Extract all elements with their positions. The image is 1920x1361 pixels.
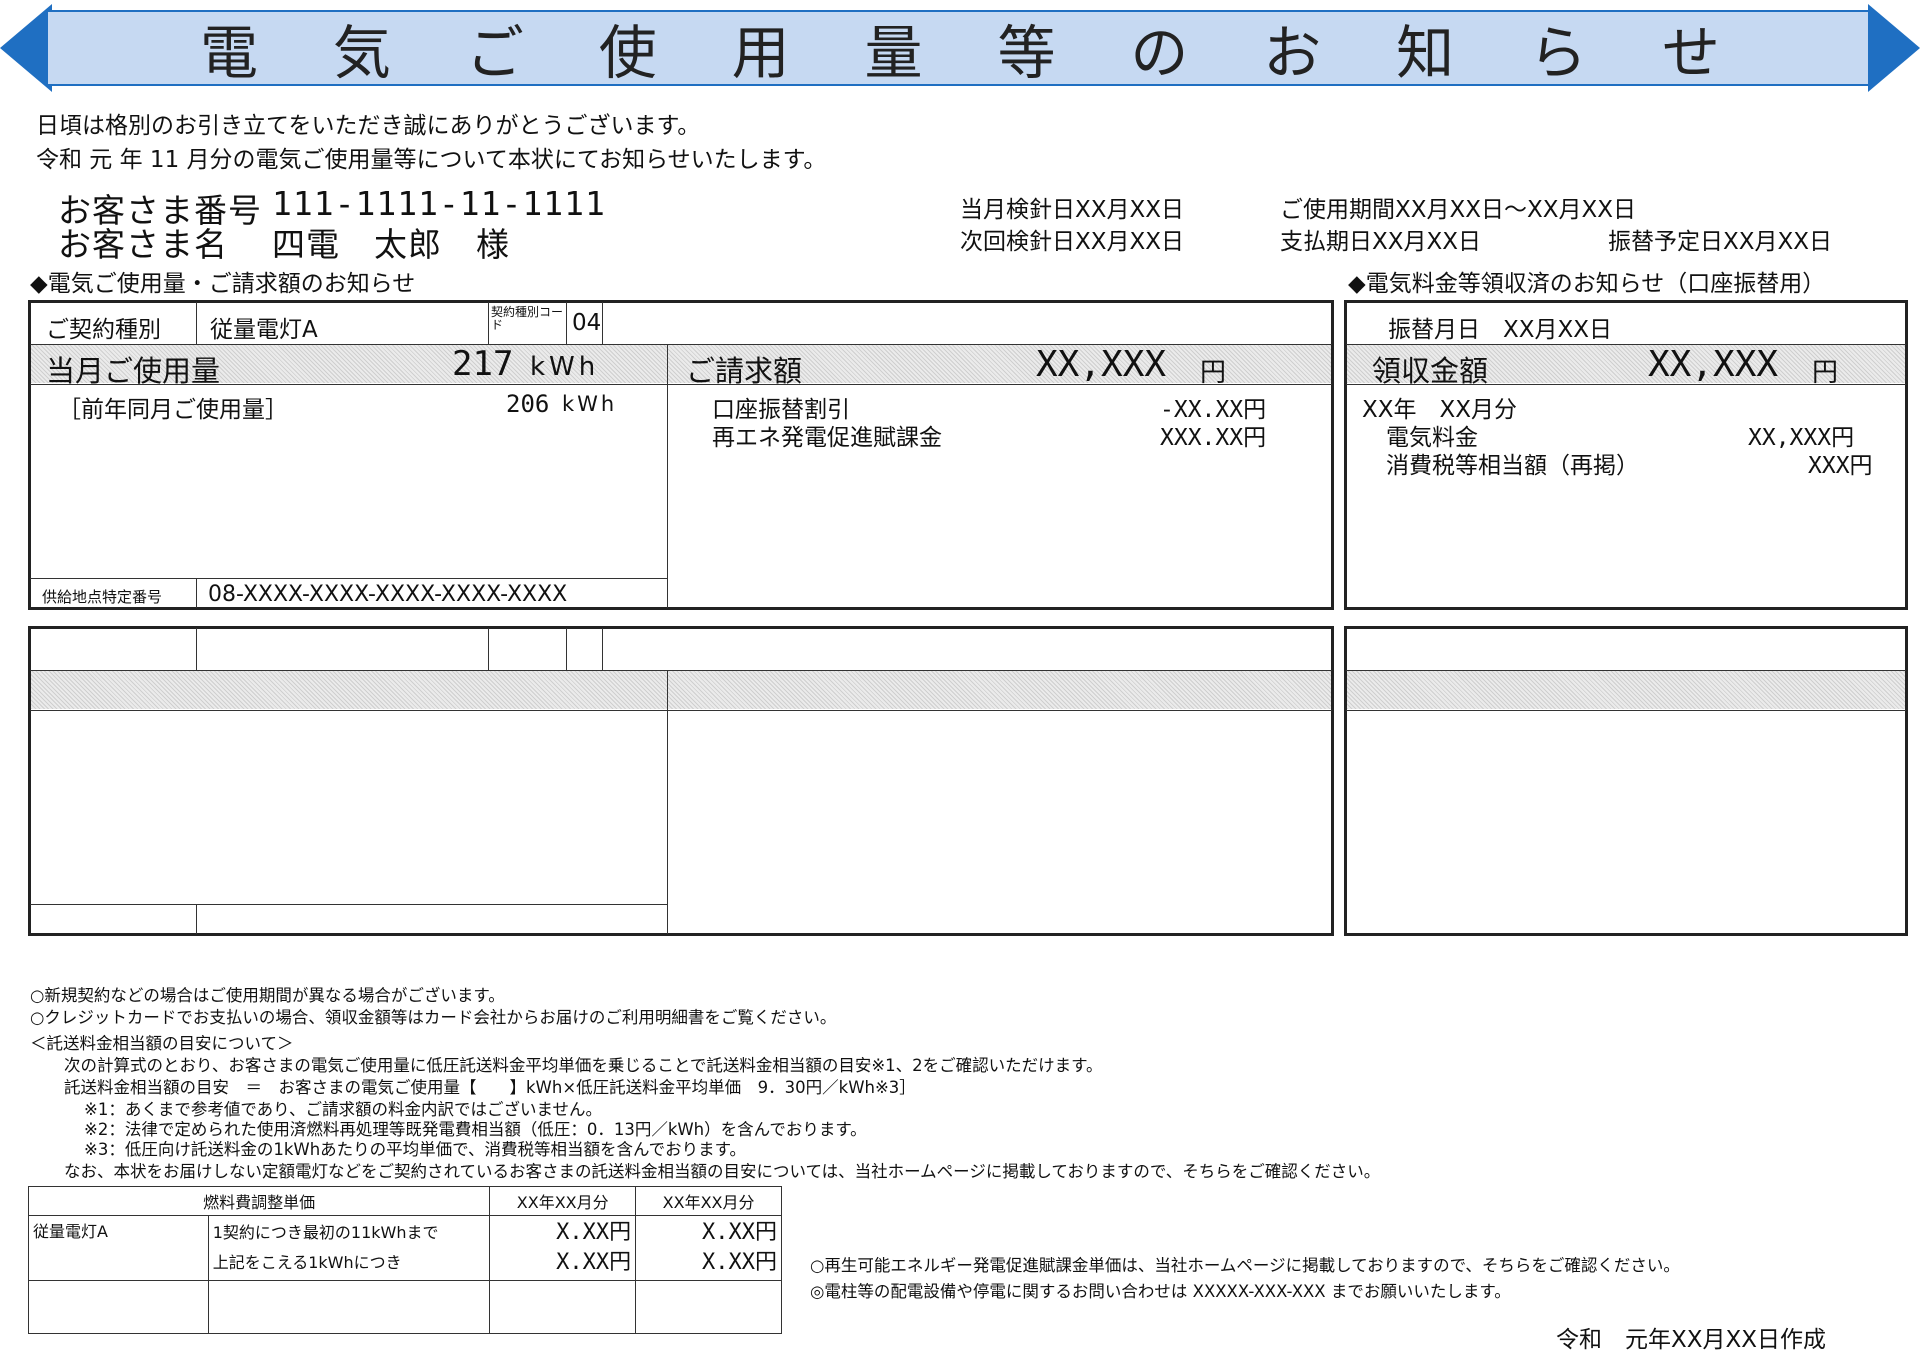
divider (1346, 710, 1906, 711)
title-char: 用 (731, 19, 790, 87)
billing-yen: 円 (1200, 358, 1227, 388)
fuel-table-values: X.XX円 X.XX円 (489, 1215, 637, 1281)
title-char: 気 (332, 19, 391, 87)
transfer-date: 振替予定日XX月XX日 (1608, 229, 1833, 255)
fuel-desc-line: 1契約につき最初の11kWhまで (212, 1223, 439, 1242)
receipt-item-value: XXX円 (1808, 453, 1873, 479)
divider (196, 628, 197, 670)
title-banner: 電 気 ご 使 用 量 等 の お 知 ら せ (0, 4, 1920, 92)
fuel-table-empty (635, 1280, 782, 1334)
divider (30, 670, 1332, 671)
note-line: ○クレジットカードでお支払いの場合、領収金額等はカード会社からお届けのご利用明細… (30, 1008, 837, 1027)
fuel-table-empty (207, 1280, 491, 1334)
divider (30, 710, 1332, 711)
fuel-value: X.XX円 (702, 1220, 777, 1245)
receipt-label: 領収金額 (1372, 354, 1489, 388)
prev-year-usage-unit: kWh (562, 392, 618, 416)
divider (196, 904, 197, 934)
intro-line-1: 日頃は格別のお引き立てをいただき誠にありがとうございます。 (36, 113, 701, 139)
receipt-yen: 円 (1812, 358, 1839, 388)
billing-label: ご請求額 (686, 354, 803, 388)
note-line: 託送料金相当額の目安 ＝ お客さまの電気ご使用量【 】kWh×低圧託送料金平均単… (64, 1078, 916, 1097)
divider (667, 344, 668, 608)
shaded-row (1347, 671, 1905, 709)
divider (566, 302, 567, 344)
prev-year-usage-value: 206 (506, 390, 550, 418)
meter-read-date: 当月検針日XX月XX日 (960, 197, 1185, 223)
receipt-section-heading: ◆電気料金等領収済のお知らせ（口座振替用） (1348, 271, 1826, 297)
fuel-table-values: X.XX円 X.XX円 (635, 1215, 782, 1281)
contract-type-value: 従量電灯A (210, 317, 318, 343)
title-char: 知 (1396, 19, 1455, 87)
fuel-value: X.XX円 (556, 1220, 632, 1245)
fuel-cost-table: 燃料費調整単価 XX年XX月分 XX年XX月分 従量電灯A 1契約につき最初の1… (27, 1186, 782, 1334)
note-line: ○新規契約などの場合はご使用期間が異なる場合がございます。 (30, 986, 505, 1005)
fuel-table-col-header: XX年XX月分 (489, 1186, 637, 1216)
note-line: なお、本状をお届けしない定額電灯などをご契約されているお客さまの託送料金相当額の… (64, 1162, 1381, 1181)
shaded-row (31, 671, 1331, 709)
billing-amount: XX,XXX (1036, 344, 1167, 385)
receipt-item-label: 消費税等相当額（再掲） (1386, 453, 1639, 479)
intro-line-2: 令和 元 年 11 月分の電気ご使用量等について本状にてお知らせいたします。 (36, 147, 827, 173)
fuel-value: X.XX円 (556, 1250, 632, 1275)
customer-name-label: お客さま名 (58, 225, 228, 264)
contract-code-label: 契約種別コード (491, 305, 564, 332)
divider (196, 578, 197, 608)
fuel-table-desc: 1契約につき最初の11kWhまで 上記をこえる1kWhにつき (207, 1215, 491, 1281)
fuel-value: X.XX円 (702, 1250, 777, 1275)
contract-code-value: 04 (572, 310, 602, 336)
fuel-table-col-header: XX年XX月分 (635, 1186, 782, 1216)
usage-period: ご使用期間XX月XX日～XX月XX日 (1280, 197, 1637, 223)
divider (1346, 344, 1906, 345)
next-read-date: 次回検針日XX月XX日 (960, 229, 1185, 255)
title-char: せ (1661, 19, 1720, 87)
divider (602, 302, 603, 344)
right-arrow-icon (1868, 4, 1920, 92)
payment-due-date: 支払期日XX月XX日 (1280, 229, 1482, 255)
contact-note: ◎電柱等の配電設備や停電に関するお問い合わせは XXXXX-XXX-XXX まで… (810, 1282, 1511, 1301)
note-line: ＜託送料金相当額の目安について＞ (30, 1034, 294, 1053)
receipt-amount: XX,XXX (1648, 344, 1779, 385)
fuel-table-empty (489, 1280, 637, 1334)
current-usage-unit: kWh (530, 352, 600, 382)
billing-item-value: XXX.XX円 (1160, 425, 1267, 451)
title-char: 電 (200, 19, 259, 87)
title-char: 量 (864, 19, 923, 87)
fuel-desc-line: 上記をこえる1kWhにつき (212, 1253, 402, 1272)
fuel-table-header: 燃料費調整単価 (27, 1186, 491, 1216)
fuel-table-empty (28, 1280, 209, 1334)
divider (488, 628, 489, 670)
note-line: 次の計算式のとおり、お客さまの電気ご使用量に低圧託送料金平均単価を乗じることで託… (64, 1056, 1103, 1075)
divider (602, 628, 603, 670)
customer-name: 四電 太郎 様 (272, 225, 510, 264)
divider (667, 670, 668, 934)
created-date: 令和 元年XX月XX日作成 (1556, 1327, 1827, 1353)
title-char: お (1263, 19, 1322, 87)
title-char: 等 (997, 19, 1056, 87)
current-usage-label: 当月ご使用量 (46, 354, 221, 388)
divider (488, 302, 489, 344)
left-arrow-icon (0, 4, 52, 92)
contract-type-label: ご契約種別 (46, 317, 161, 343)
billing-item-label: 再エネ発電促進賦課金 (712, 425, 942, 451)
divider (196, 302, 197, 344)
current-usage-value: 217 (452, 344, 514, 384)
prev-year-usage-label: ［前年同月ご使用量］ (58, 397, 288, 423)
title-char: 使 (598, 19, 657, 87)
note-line: ※3：低圧向け託送料金の1kWhあたりの平均単価で、消費税等相当額を含んでおりま… (84, 1140, 747, 1159)
supply-point-label: 供給地点特定番号 (42, 588, 163, 606)
divider (566, 628, 567, 670)
usage-section-heading: ◆電気ご使用量・ご請求額のお知らせ (30, 271, 416, 297)
title-char: ご (465, 19, 524, 87)
divider (30, 904, 667, 905)
fuel-table-plan: 従量電灯A (28, 1215, 209, 1281)
supply-point-number: 08-XXXX-XXXX-XXXX-XXXX-XXXX (208, 582, 568, 607)
renewable-note: ○再生可能エネルギー発電促進賦課金単価は、当社ホームページに掲載しておりますので… (810, 1256, 1680, 1275)
title-char: の (1130, 19, 1189, 87)
title-char: ら (1529, 19, 1588, 87)
page-title: 電 気 ご 使 用 量 等 の お 知 ら せ (200, 10, 1720, 87)
transfer-month: 振替月日 XX月XX日 (1388, 317, 1613, 343)
divider (1346, 670, 1906, 671)
divider (30, 578, 667, 579)
